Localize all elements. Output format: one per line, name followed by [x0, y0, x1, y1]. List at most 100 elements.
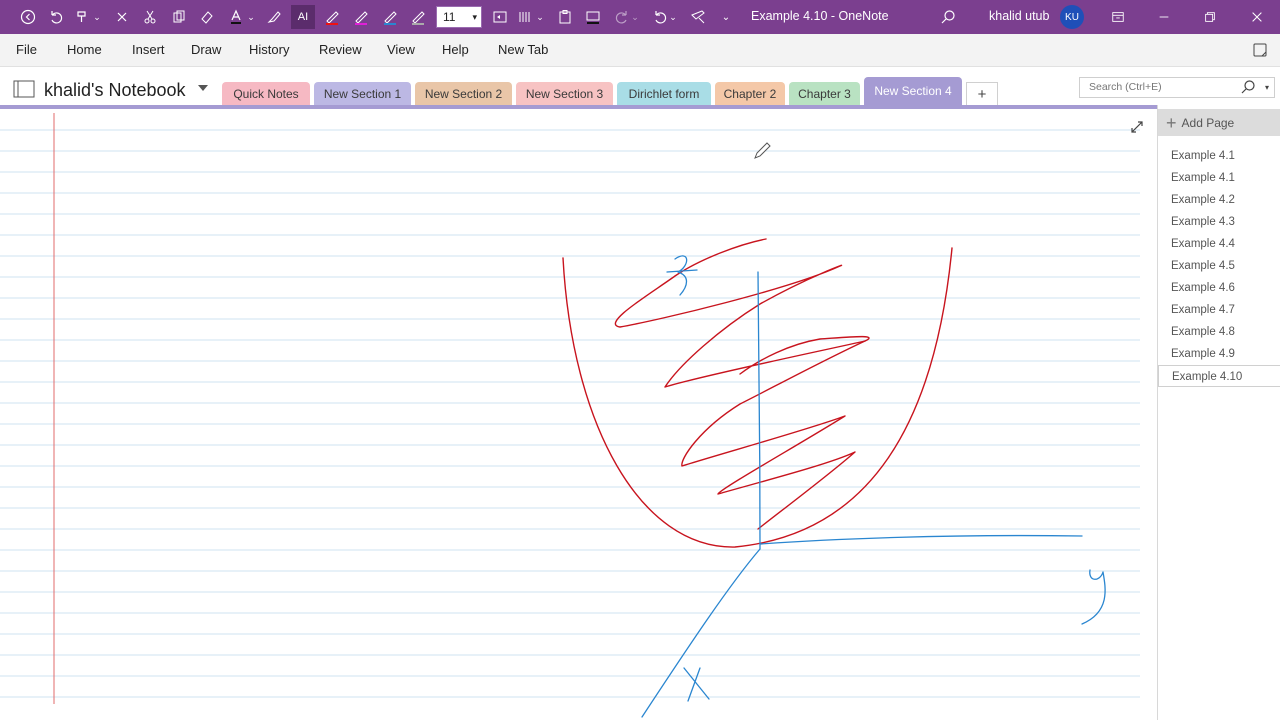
close-icon[interactable]	[1245, 5, 1269, 29]
chevron-down-icon[interactable]: ⌄	[90, 5, 104, 29]
plus-icon: +	[1166, 112, 1177, 133]
tab-label: Chapter 2	[723, 86, 777, 101]
user-name[interactable]: khalid utub	[989, 9, 1049, 23]
tab-label: New Section 1	[323, 86, 402, 101]
x-axis	[641, 548, 761, 718]
pen-cursor-icon	[752, 141, 772, 161]
page-item[interactable]: Example 4.7	[1158, 299, 1280, 321]
font-size-select[interactable]: 11 ▾	[436, 6, 482, 28]
restore-icon[interactable]	[1198, 5, 1222, 29]
page-item-active[interactable]: Example 4.10	[1158, 365, 1280, 387]
spiral-stroke-lower	[681, 340, 866, 530]
note-canvas[interactable]	[0, 105, 1157, 720]
parabola-curve	[562, 247, 953, 548]
expand-icon[interactable]	[1129, 119, 1145, 135]
add-page-label: Add Page	[1181, 115, 1235, 130]
search-input[interactable]: Search (Ctrl+E) ▾	[1079, 77, 1275, 98]
chevron-down-icon[interactable]: ⌄	[244, 5, 258, 29]
menu-review[interactable]: Review	[319, 42, 362, 57]
page-item[interactable]: Example 4.2	[1158, 189, 1280, 211]
highlighter-icon[interactable]	[262, 5, 286, 29]
eraser-icon[interactable]	[195, 5, 219, 29]
ribbon-display-icon[interactable]	[1106, 5, 1130, 29]
menu-view[interactable]: View	[387, 42, 415, 57]
notebook-icon[interactable]	[13, 80, 35, 98]
tab-new-section-4[interactable]: New Section 4	[864, 77, 962, 105]
z-axis	[757, 271, 761, 550]
pen-red-icon[interactable]	[320, 5, 344, 29]
lasso-select-icon[interactable]	[686, 5, 710, 29]
chevron-down-icon[interactable]: ⌄	[628, 5, 642, 29]
menu-home[interactable]: Home	[67, 42, 102, 57]
menu-file[interactable]: File	[16, 42, 37, 57]
back-icon[interactable]	[16, 5, 40, 29]
spiral-stroke	[614, 238, 870, 388]
notebook-bar: khalid's Notebook Quick Notes New Sectio…	[0, 67, 1280, 105]
search-placeholder: Search (Ctrl+E)	[1089, 81, 1162, 93]
page-list-panel: + Add Page Example 4.1 Example 4.1 Exampl…	[1157, 105, 1280, 720]
title-bar: ⌄ ⌄ AI 11 ▾ ⌄ ⌄ ⌄ ⌄ Example 4.10 - OneNot…	[0, 0, 1280, 34]
tab-label: Chapter 3	[798, 86, 851, 101]
page-item[interactable]: Example 4.1	[1158, 145, 1280, 167]
sticky-notes-icon[interactable]	[1252, 42, 1268, 58]
tab-label: New Section 4	[874, 84, 952, 98]
chevron-down-icon[interactable]: ⌄	[666, 5, 680, 29]
chevron-down-icon[interactable]	[198, 85, 208, 91]
draw-shape-icon[interactable]	[581, 5, 605, 29]
tab-new-section-1[interactable]: New Section 1	[314, 82, 411, 105]
menu-insert[interactable]: Insert	[132, 42, 165, 57]
menu-bar: File Home Insert Draw History Review Vie…	[0, 34, 1280, 67]
undo-icon[interactable]	[44, 5, 68, 29]
chevron-down-icon[interactable]: ⌄	[533, 5, 547, 29]
tab-label: New Section 2	[424, 86, 503, 101]
tab-chapter-2[interactable]: Chapter 2	[715, 82, 785, 105]
tab-chapter-3[interactable]: Chapter 3	[789, 82, 860, 105]
x-label-stroke	[683, 667, 710, 702]
menu-draw[interactable]: Draw	[191, 42, 221, 57]
font-size-value: 11	[443, 10, 456, 24]
paste-icon[interactable]	[553, 5, 577, 29]
tab-label: New Section 3	[525, 86, 604, 101]
page-item[interactable]: Example 4.6	[1158, 277, 1280, 299]
pencil-gray-icon[interactable]	[406, 5, 430, 29]
tab-label: Quick Notes	[233, 86, 299, 101]
tab-dirichlet-form[interactable]: Dirichlet form	[617, 82, 711, 105]
chevron-down-icon: ▾	[472, 12, 477, 22]
copy-icon[interactable]	[167, 5, 191, 29]
minimize-icon[interactable]	[1152, 5, 1176, 29]
y-axis	[759, 534, 1083, 545]
page-item[interactable]: Example 4.1	[1158, 167, 1280, 189]
tab-new-section-2[interactable]: New Section 2	[415, 82, 512, 105]
y-label-stroke	[1081, 569, 1106, 625]
tab-quick-notes[interactable]: Quick Notes	[222, 82, 310, 105]
z-label-stroke	[666, 255, 698, 296]
add-page-button[interactable]: + Add Page	[1158, 109, 1280, 136]
customize-toolbar-icon[interactable]: ⌄	[714, 5, 738, 29]
blue-ink	[641, 255, 1106, 718]
page-item[interactable]: Example 4.3	[1158, 211, 1280, 233]
avatar[interactable]: KU	[1060, 5, 1084, 29]
window-title: Example 4.10 - OneNote	[751, 9, 889, 23]
pen-magenta-icon[interactable]	[349, 5, 373, 29]
notebook-name[interactable]: khalid's Notebook	[44, 80, 186, 101]
tab-new-section-3[interactable]: New Section 3	[516, 82, 613, 105]
page-item[interactable]: Example 4.8	[1158, 321, 1280, 343]
indent-icon[interactable]	[488, 5, 512, 29]
cut-icon[interactable]	[138, 5, 162, 29]
ink-drawing	[562, 238, 1106, 718]
add-section-button[interactable]: +	[966, 82, 998, 105]
page-list: Example 4.1 Example 4.1 Example 4.2 Exam…	[1158, 145, 1280, 387]
page-item[interactable]: Example 4.5	[1158, 255, 1280, 277]
search-icon[interactable]	[936, 5, 960, 29]
close-format-icon[interactable]	[110, 5, 134, 29]
menu-history[interactable]: History	[249, 42, 289, 57]
tab-label: Dirichlet form	[628, 86, 700, 101]
ink-to-text-icon[interactable]: AI	[291, 5, 315, 29]
page-item[interactable]: Example 4.9	[1158, 343, 1280, 365]
menu-help[interactable]: Help	[442, 42, 469, 57]
menu-new-tab[interactable]: New Tab	[498, 42, 548, 57]
pen-blue-icon[interactable]	[378, 5, 402, 29]
page-item[interactable]: Example 4.4	[1158, 233, 1280, 255]
chevron-down-icon[interactable]: ▾	[1265, 78, 1269, 97]
search-icon[interactable]	[1240, 79, 1256, 95]
